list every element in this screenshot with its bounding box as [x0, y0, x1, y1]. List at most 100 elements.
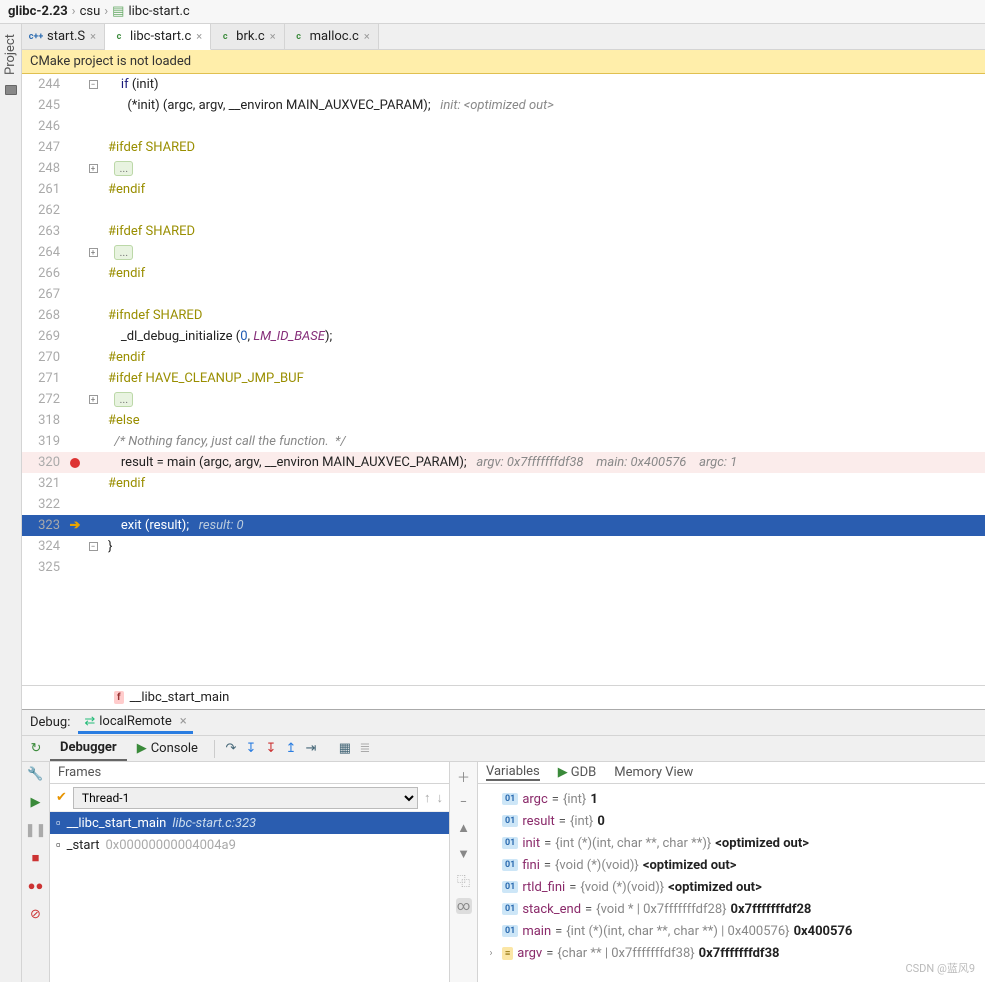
wrench-icon[interactable]: 🔧	[28, 766, 44, 782]
code-line[interactable]: 321#endif	[22, 473, 985, 494]
close-icon[interactable]: ×	[364, 30, 370, 43]
down-icon[interactable]: ▼	[456, 846, 472, 862]
code-line[interactable]: 248+ ...	[22, 158, 985, 179]
prev-frame-icon[interactable]: ↑	[424, 790, 431, 806]
code-line[interactable]: 318#else	[22, 410, 985, 431]
fold-icon[interactable]: +	[89, 248, 98, 257]
pause-icon[interactable]: ❚❚	[28, 822, 44, 838]
code-line[interactable]: 244− if (init)	[22, 74, 985, 95]
force-step-into-icon[interactable]: ↧	[261, 739, 281, 759]
function-badge: f	[114, 691, 124, 704]
debug-panel: Debug: ⇄ localRemote × ↻ Debugger ▶Conso…	[22, 709, 985, 982]
run-config[interactable]: ⇄ localRemote ×	[78, 712, 192, 734]
run-to-cursor-icon[interactable]: ⇥	[301, 739, 321, 759]
step-out-icon[interactable]: ↥	[281, 739, 301, 759]
breakpoint-icon[interactable]	[70, 458, 80, 468]
code-line[interactable]: 269 _dl_debug_initialize (0, LM_ID_BASE)…	[22, 326, 985, 347]
thread-select[interactable]: Thread-1	[73, 787, 418, 809]
stack-frame[interactable]: ▫_start 0x00000000004004a9	[50, 834, 449, 856]
view-breakpoints-icon[interactable]: ●●	[28, 878, 44, 894]
debug-toolbar: 🔧 ▶ ❚❚ ■ ●● ⊘	[22, 762, 50, 982]
context-function[interactable]: __libc_start_main	[130, 690, 230, 705]
editor-tab[interactable]: cmalloc.c×	[285, 24, 379, 49]
code-line[interactable]: 324−}	[22, 536, 985, 557]
variable-row[interactable]: 01 main = {int (*)(int, char **, char **…	[484, 920, 979, 942]
chevron-icon: ›	[104, 4, 108, 19]
step-into-icon[interactable]: ↧	[241, 739, 261, 759]
code-line[interactable]: 319 /* Nothing fancy, just call the func…	[22, 431, 985, 452]
file-icon: c++	[30, 31, 42, 43]
frames-panel: Frames ✔ Thread-1 ↑ ↓ ▫__libc_start_main…	[50, 762, 450, 982]
editor[interactable]: 244− if (init)245 (*init) (argc, argv, _…	[22, 74, 985, 685]
resume-icon[interactable]: ▶	[28, 794, 44, 810]
editor-tab[interactable]: cbrk.c×	[211, 24, 284, 49]
link-icon[interactable]: ∞	[456, 898, 472, 914]
frame-icon: ▫	[56, 837, 61, 853]
remove-watch-icon[interactable]: −	[456, 794, 472, 810]
stop-icon[interactable]: ■	[28, 850, 44, 866]
play-icon: ▶	[137, 741, 147, 756]
close-icon[interactable]: ×	[180, 714, 187, 729]
code-line[interactable]: 262	[22, 200, 985, 221]
file-icon: c	[113, 31, 125, 43]
editor-tab[interactable]: c++start.S×	[22, 24, 105, 49]
warning-banner[interactable]: CMake project is not loaded	[22, 50, 985, 74]
variable-row[interactable]: 01 argc = {int} 1	[484, 788, 979, 810]
code-line[interactable]: 246	[22, 116, 985, 137]
copy-icon[interactable]: ⿻	[456, 872, 472, 888]
tab-debugger[interactable]: Debugger	[50, 736, 127, 761]
crumb-folder[interactable]: csu	[80, 4, 101, 19]
code-line[interactable]: 263#ifdef SHARED	[22, 221, 985, 242]
rerun-icon[interactable]: ↻	[31, 741, 42, 756]
code-line[interactable]: 261#endif	[22, 179, 985, 200]
variable-row[interactable]: 01 rtld_fini = {void (*)(void)} <optimiz…	[484, 876, 979, 898]
next-frame-icon[interactable]: ↓	[437, 790, 444, 806]
close-icon[interactable]: ×	[90, 30, 96, 43]
code-line[interactable]: 268#ifndef SHARED	[22, 305, 985, 326]
code-line[interactable]: 264+ ...	[22, 242, 985, 263]
settings-icon[interactable]: ≣	[355, 739, 375, 759]
code-line[interactable]: 325	[22, 557, 985, 578]
code-line[interactable]: 323➔ exit (result); result: 0	[22, 515, 985, 536]
crumb-root[interactable]: glibc-2.23	[8, 4, 68, 19]
folded-region[interactable]: ...	[114, 392, 133, 407]
variable-row[interactable]: 01 init = {int (*)(int, char **, char **…	[484, 832, 979, 854]
code-line[interactable]: 267	[22, 284, 985, 305]
fold-icon[interactable]: +	[89, 395, 98, 404]
crumb-file[interactable]: libc-start.c	[128, 4, 189, 19]
code-line[interactable]: 322	[22, 494, 985, 515]
code-line[interactable]: 271#ifdef HAVE_CLEANUP_JMP_BUF	[22, 368, 985, 389]
code-line[interactable]: 272+ ...	[22, 389, 985, 410]
folded-region[interactable]: ...	[114, 161, 133, 176]
tab-console[interactable]: ▶Console	[127, 737, 208, 760]
watermark: CSDN @蓝风9	[905, 960, 975, 976]
tool-project[interactable]: Project	[3, 30, 18, 79]
close-icon[interactable]: ×	[270, 30, 276, 43]
variable-row[interactable]: 01 result = {int} 0	[484, 810, 979, 832]
add-watch-icon[interactable]: ＋	[456, 768, 472, 784]
step-over-icon[interactable]: ↷	[221, 739, 241, 759]
tab-memory[interactable]: Memory View	[614, 765, 693, 780]
fold-icon[interactable]: +	[89, 164, 98, 173]
fold-icon[interactable]: −	[89, 542, 98, 551]
code-line[interactable]: 270#endif	[22, 347, 985, 368]
code-line[interactable]: 266#endif	[22, 263, 985, 284]
variable-row[interactable]: 01 stack_end = {void * | 0x7fffffffdf28}…	[484, 898, 979, 920]
code-line[interactable]: 247#ifdef SHARED	[22, 137, 985, 158]
evaluate-icon[interactable]: ▦	[335, 739, 355, 759]
tab-variables[interactable]: Variables	[486, 764, 540, 781]
frame-icon: ▫	[56, 815, 61, 831]
up-icon[interactable]: ▲	[456, 820, 472, 836]
variable-row[interactable]: 01 fini = {void (*)(void)} <optimized ou…	[484, 854, 979, 876]
editor-tab[interactable]: clibc-start.c×	[105, 24, 211, 50]
file-icon: c	[219, 31, 231, 43]
fold-icon[interactable]: −	[89, 80, 98, 89]
tab-gdb[interactable]: ▶GDB	[558, 765, 597, 780]
code-line[interactable]: 245 (*init) (argc, argv, __environ MAIN_…	[22, 95, 985, 116]
folded-region[interactable]: ...	[114, 245, 133, 260]
stack-frame[interactable]: ▫__libc_start_main libc-start.c:323	[50, 812, 449, 834]
structure-icon[interactable]	[5, 85, 17, 95]
mute-breakpoints-icon[interactable]: ⊘	[28, 906, 44, 922]
code-line[interactable]: 320 result = main (argc, argv, __environ…	[22, 452, 985, 473]
close-icon[interactable]: ×	[196, 30, 202, 43]
